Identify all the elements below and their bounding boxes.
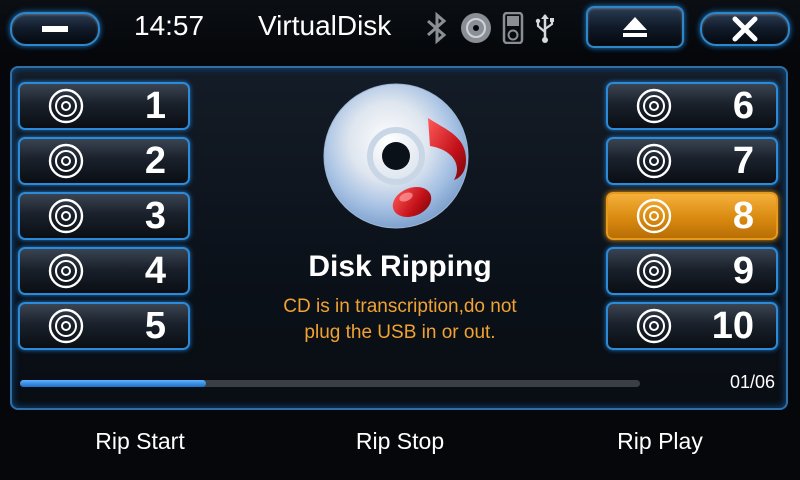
disc-icon [636,198,672,234]
clock: 14:57 [134,10,205,41]
rip-stop-button[interactable]: Rip Stop [300,428,500,455]
status-icons [424,12,556,44]
disc-icon [636,253,672,289]
track-number: 6 [732,84,754,127]
cd-music-note-illustration [323,83,469,229]
message-line-1: CD is in transcription,do not [283,296,517,317]
track-button-10[interactable]: 10 [606,302,778,350]
disc-icon [636,88,672,124]
track-button-1[interactable]: 1 [18,82,190,130]
close-button[interactable] [700,12,790,46]
disc-icon [48,253,84,289]
message-line-2: plug the USB in or out. [304,322,496,343]
bluetooth-icon [427,12,447,44]
track-number: 10 [711,304,754,347]
rip-play-button[interactable]: Rip Play [560,428,760,455]
track-button-4[interactable]: 4 [18,247,190,295]
track-number: 1 [144,84,166,127]
usb-icon [535,14,554,43]
track-number: 8 [732,194,754,237]
track-button-6[interactable]: 6 [606,82,778,130]
track-button-7[interactable]: 7 [606,137,778,185]
top-bar: 14:57 VirtualDisk [0,0,800,56]
track-button-8-selected[interactable]: 8 [606,192,778,240]
rip-start-button[interactable]: Rip Start [40,428,240,455]
track-button-2[interactable]: 2 [18,137,190,185]
eject-button[interactable] [586,6,684,48]
disc-icon [48,143,84,179]
track-number: 9 [732,249,754,292]
disc-icon [48,198,84,234]
ripping-heading: Disk Ripping [308,250,492,283]
minimize-button[interactable] [10,12,100,46]
track-number: 3 [144,194,166,237]
page-indicator: 01/06 [730,372,776,392]
disc-icon [636,308,672,344]
app-title: VirtualDisk [258,10,392,41]
track-number: 4 [144,249,166,292]
disc-icon [636,143,672,179]
track-button-5[interactable]: 5 [18,302,190,350]
ripping-warning-message: CD is in transcription,do not plug the U… [220,294,580,346]
track-button-3[interactable]: 3 [18,192,190,240]
disc-icon [48,308,84,344]
ipod-icon [502,12,524,44]
minimize-icon [42,26,68,32]
eject-icon [623,17,647,37]
disc-icon [461,13,491,43]
rip-progress-fill [20,380,206,387]
track-number: 7 [732,139,754,182]
track-number: 5 [144,304,166,347]
disc-icon [48,88,84,124]
track-button-9[interactable]: 9 [606,247,778,295]
rip-progress-bar [20,380,640,387]
track-number: 2 [144,139,166,182]
close-icon [732,16,758,42]
